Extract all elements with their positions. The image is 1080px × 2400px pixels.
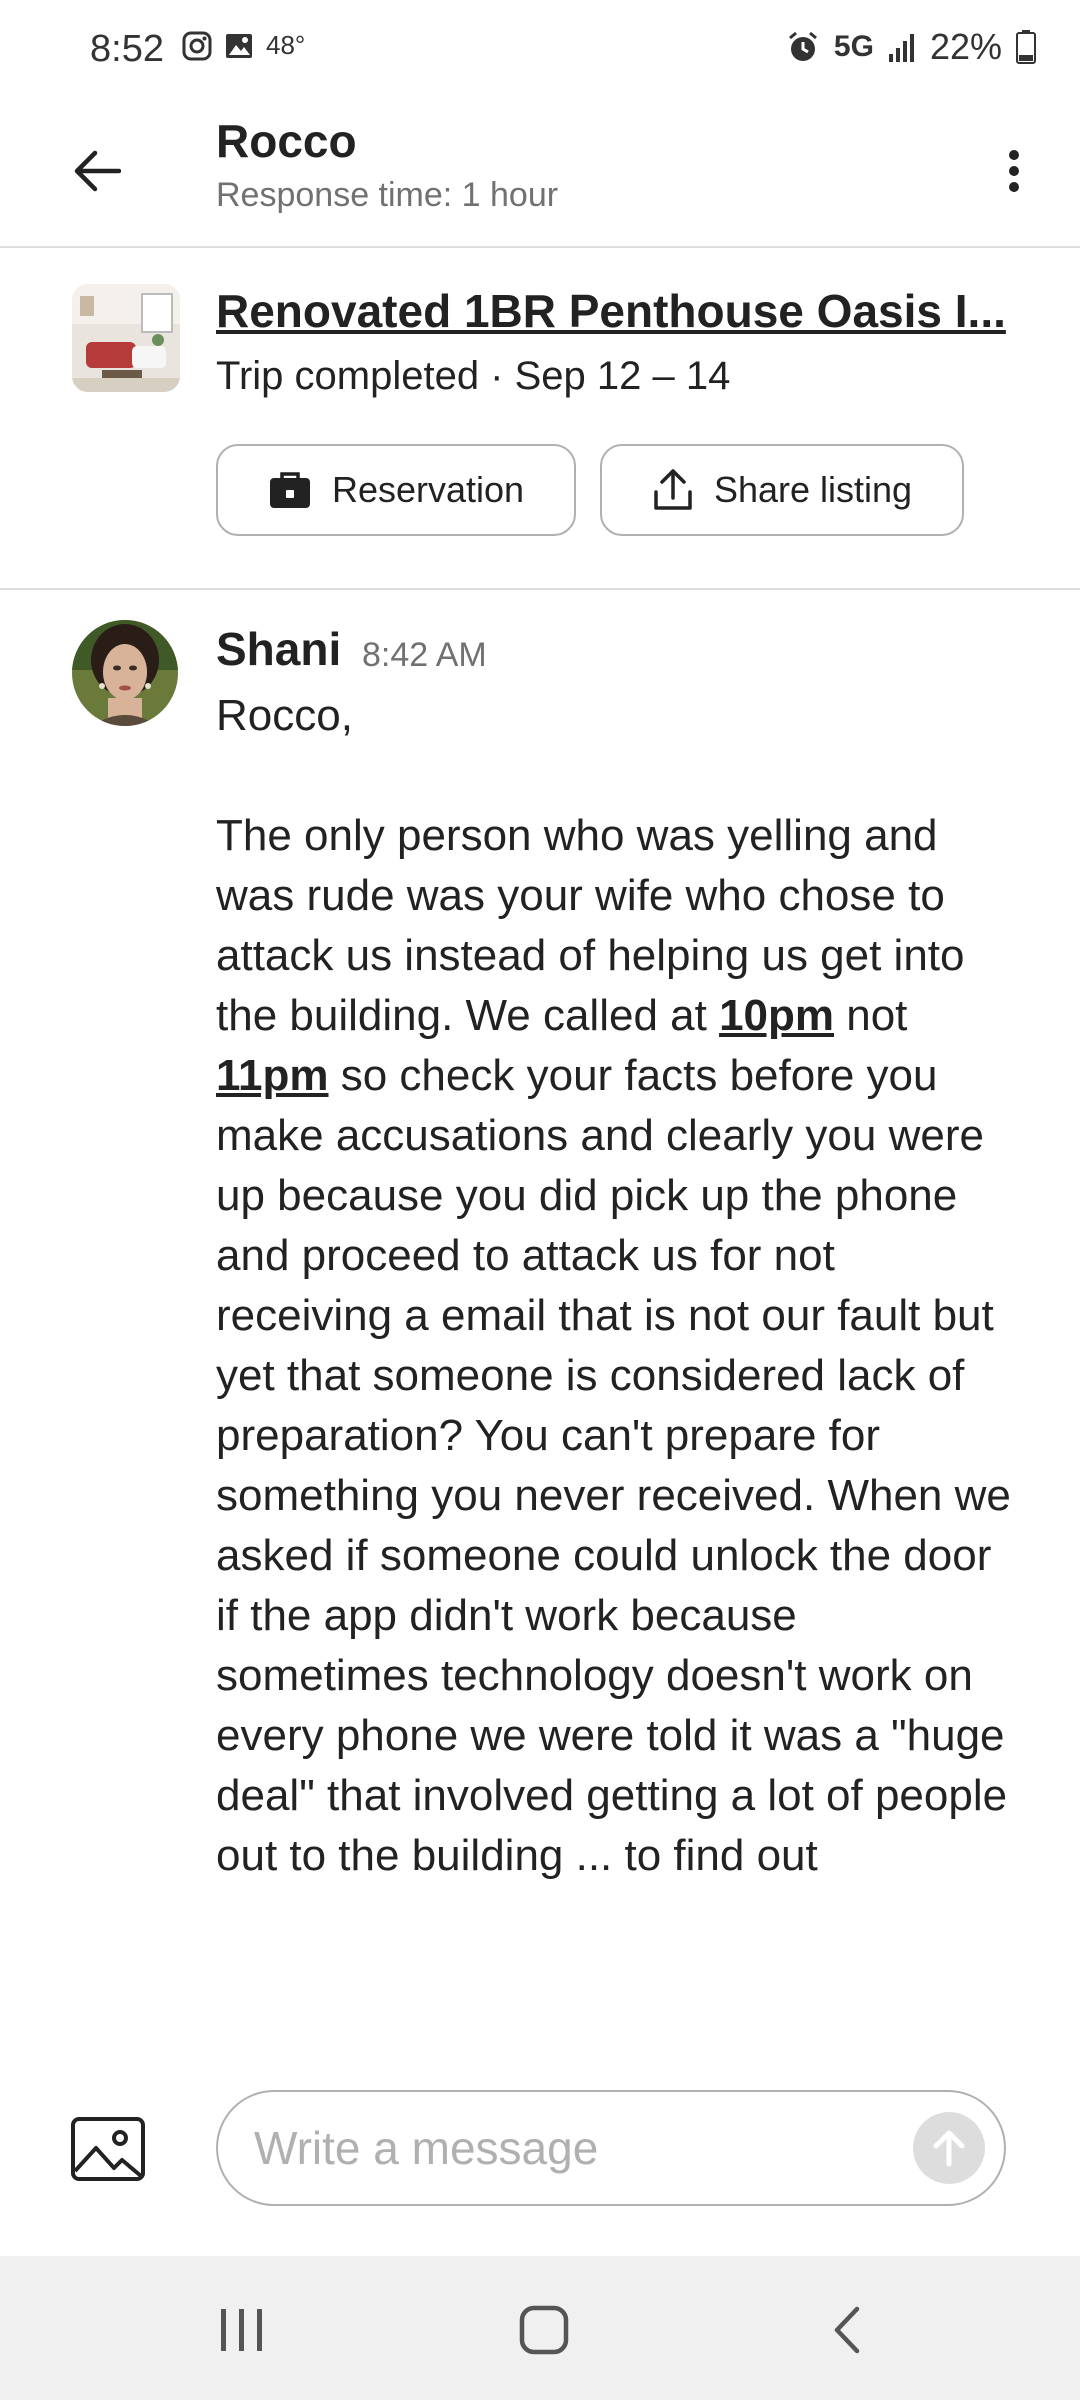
home-icon (519, 2305, 569, 2355)
reservation-label: Reservation (331, 469, 525, 510)
message-text: Rocco, The only person who was yelling a… (216, 686, 1016, 1886)
share-icon (654, 469, 692, 510)
back-button[interactable] (62, 136, 132, 206)
gallery-icon (224, 31, 254, 61)
chevron-left-icon (834, 2306, 860, 2354)
weather-temperature: 48° (266, 30, 306, 60)
home-button[interactable] (504, 2300, 584, 2360)
more-vertical-icon (1009, 150, 1019, 192)
battery-percent: 22% (929, 26, 1002, 67)
status-bar: 8:52 48° 5G 22% (0, 0, 1080, 100)
system-back-button[interactable] (806, 2300, 886, 2360)
status-notifications: 48° (182, 30, 305, 61)
back-arrow-icon (74, 150, 121, 192)
message-body-part2: not (834, 991, 908, 1040)
response-time: Response time: 1 hour (216, 176, 559, 214)
network-type: 5G (833, 30, 874, 63)
signal-icon (888, 32, 916, 62)
message-greeting: Rocco, (216, 691, 353, 740)
reservation-button[interactable]: Reservation (216, 444, 576, 536)
share-listing-label: Share listing (713, 469, 913, 510)
arrow-up-icon (933, 2130, 965, 2167)
listing-card: Renovated 1BR Penthouse Oasis I... Trip … (0, 248, 1080, 590)
status-system: 5G 22% (786, 26, 1036, 68)
message-composer (0, 2030, 1080, 2256)
send-button[interactable] (913, 2112, 985, 2184)
sender-avatar[interactable] (72, 620, 178, 726)
host-name: Rocco (216, 115, 357, 167)
conversation-header: Rocco Response time: 1 hour (0, 100, 1080, 248)
recent-apps-button[interactable] (202, 2300, 282, 2360)
message-highlight-time-2: 11pm (216, 1051, 329, 1100)
briefcase-icon (269, 472, 310, 508)
listing-thumbnail[interactable] (72, 284, 180, 392)
message-highlight-time-1: 10pm (719, 991, 835, 1040)
share-listing-button[interactable]: Share listing (600, 444, 964, 536)
system-navigation-bar (0, 2256, 1080, 2400)
message-input[interactable] (216, 2090, 1006, 2206)
attach-image-button[interactable] (70, 2116, 146, 2182)
message-timestamp: 8:42 AM (362, 636, 487, 674)
status-time: 8:52 (90, 28, 164, 70)
more-options-button[interactable] (984, 136, 1044, 206)
image-icon (71, 2117, 145, 2181)
battery-icon (1016, 30, 1036, 64)
listing-title-link[interactable]: Renovated 1BR Penthouse Oasis I... (216, 284, 1006, 338)
message-thread[interactable]: Shani 8:42 AM Rocco, The only person who… (0, 590, 1080, 2030)
trip-status: Trip completed · Sep 12 – 14 (216, 354, 731, 398)
recent-apps-icon (221, 2309, 262, 2351)
sender-name: Shani (216, 623, 342, 675)
alarm-icon (786, 30, 820, 64)
instagram-icon (182, 31, 212, 61)
message-body-part3: so check your facts before you make accu… (216, 1051, 1011, 1880)
